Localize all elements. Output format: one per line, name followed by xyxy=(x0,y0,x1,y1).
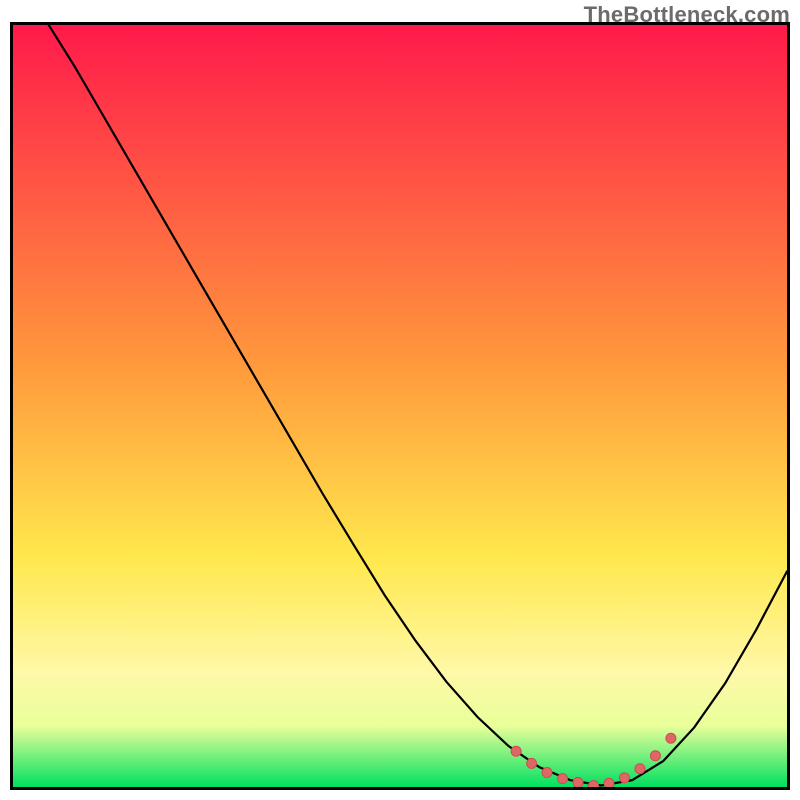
marker-dot xyxy=(573,777,583,787)
marker-dot xyxy=(589,780,599,787)
marker-dot xyxy=(511,746,521,756)
plot-frame xyxy=(10,22,790,790)
gradient-background xyxy=(13,25,787,787)
chart-stage: TheBottleneck.com xyxy=(0,0,800,800)
marker-dot xyxy=(604,778,614,787)
marker-dot xyxy=(619,773,629,783)
marker-dot xyxy=(542,768,552,778)
marker-dot xyxy=(650,751,660,761)
marker-dot xyxy=(666,733,676,743)
plot-svg xyxy=(13,25,787,787)
marker-dot xyxy=(558,774,568,784)
marker-dot xyxy=(527,758,537,768)
marker-dot xyxy=(635,764,645,774)
